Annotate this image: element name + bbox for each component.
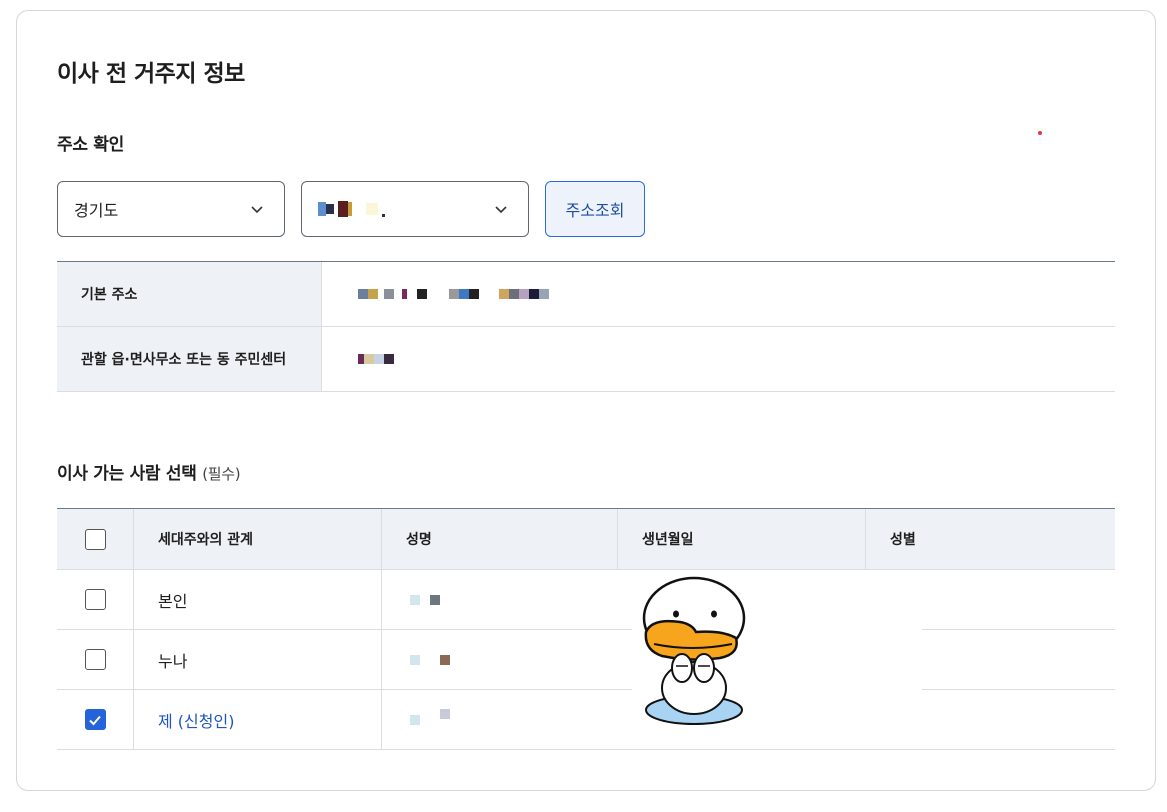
row-select-cell [57, 570, 134, 629]
checkmark-icon [89, 715, 101, 725]
community-center-label: 관할 읍·면사무소 또는 동 주민센터 [57, 327, 322, 391]
community-center-value-redacted [322, 327, 1115, 391]
chevron-down-icon [495, 206, 507, 214]
chevron-down-icon [251, 206, 263, 214]
relation-cell: 누나 [134, 630, 382, 689]
row-checkbox-checked[interactable] [84, 709, 106, 730]
duck-character-icon [642, 576, 746, 725]
select-all-cell [57, 509, 134, 569]
province-value: 경기도 [74, 201, 119, 220]
character-sticker [632, 570, 922, 730]
relation-cell-applicant: 제 (신청인) [134, 690, 382, 749]
row-select-cell [57, 630, 134, 689]
address-section-title: 주소 확인 [57, 135, 124, 155]
table-header-row: 세대주와의 관계 성명 생년월일 성별 [57, 509, 1115, 570]
column-header-birthdate: 생년월일 [618, 509, 866, 569]
table-row: 본인 [57, 570, 1115, 630]
column-header-name: 성명 [382, 509, 618, 569]
base-address-label: 기본 주소 [57, 262, 322, 326]
page-title: 이사 전 거주지 정보 [57, 61, 245, 87]
address-info-table: 기본 주소 관할 읍·면사무소 또는 동 주민센터 [57, 261, 1115, 392]
people-section-title: 이사 가는 사람 선택 (필수) [57, 459, 241, 484]
required-badge: (필수) [202, 465, 241, 483]
name-cell-redacted [382, 630, 618, 689]
select-all-checkbox[interactable] [84, 528, 106, 550]
name-cell-redacted [382, 570, 618, 629]
base-address-value-redacted [322, 262, 1115, 326]
red-dot-marker [1038, 131, 1042, 135]
city-value-redacted [318, 201, 385, 217]
row-checkbox[interactable] [84, 649, 106, 670]
row-select-cell [57, 690, 134, 749]
table-row: 기본 주소 [57, 262, 1115, 327]
relation-cell: 본인 [134, 570, 382, 629]
row-checkbox[interactable] [84, 589, 106, 610]
table-row: 관할 읍·면사무소 또는 동 주민센터 [57, 327, 1115, 392]
name-cell-redacted [382, 690, 618, 749]
address-lookup-button[interactable]: 주소조회 [545, 181, 645, 237]
province-select[interactable]: 경기도 [57, 181, 285, 237]
table-row: 누나 [57, 630, 1115, 690]
city-select[interactable] [301, 181, 529, 237]
column-header-relation: 세대주와의 관계 [134, 509, 382, 569]
people-section-label: 이사 가는 사람 선택 [57, 464, 197, 484]
movers-table: 세대주와의 관계 성명 생년월일 성별 본인 누나 제 (신청인) [57, 508, 1115, 750]
table-row: 제 (신청인) [57, 690, 1115, 750]
column-header-gender: 성별 [890, 532, 916, 548]
